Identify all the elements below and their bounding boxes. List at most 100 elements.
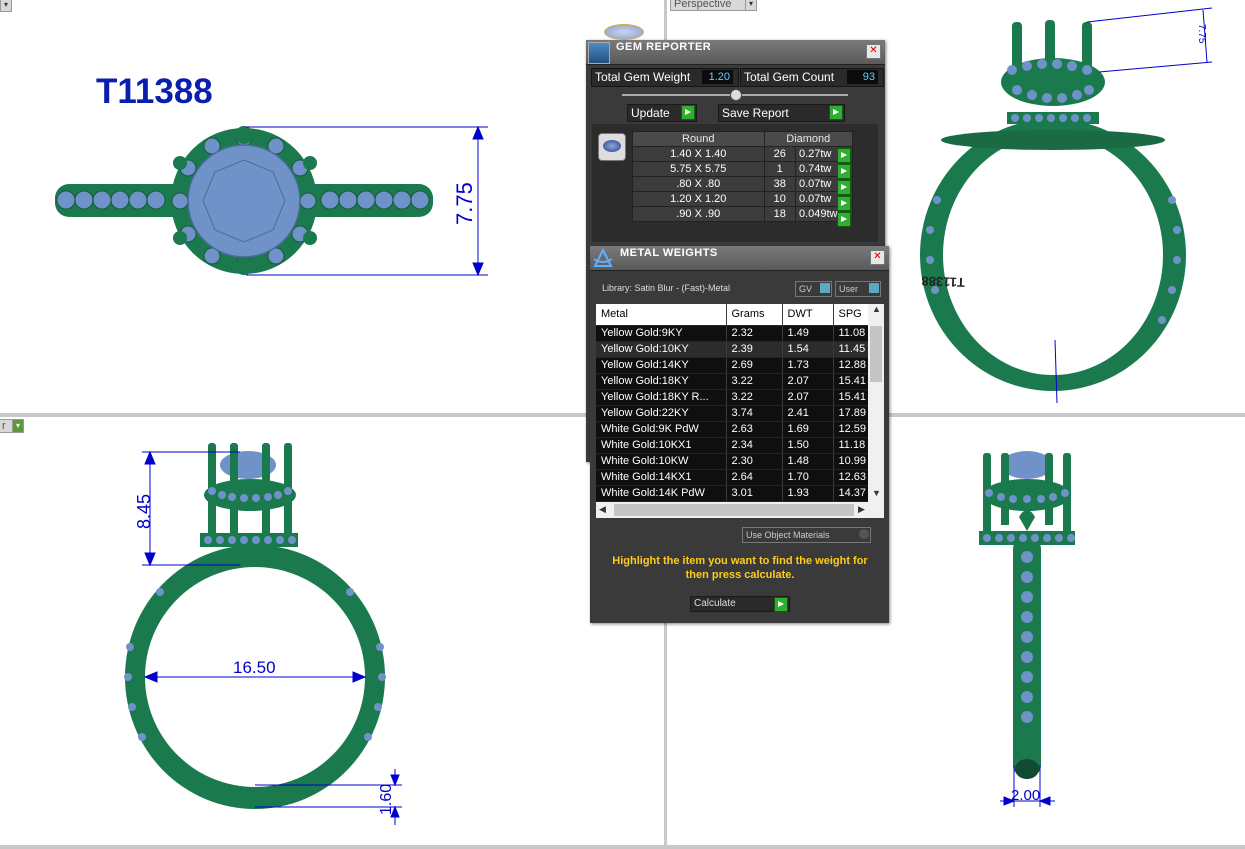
gem-row[interactable]: 5.75 X 5.75 1 0.74tw bbox=[632, 161, 854, 177]
gem-reporter-slider[interactable] bbox=[622, 89, 848, 101]
metal-table-horizontal-scrollbar[interactable]: ◀ ▶ bbox=[596, 502, 884, 518]
gem-row-go-icon[interactable] bbox=[837, 180, 851, 195]
gem-reporter-titlebar[interactable]: GEM REPORTER ✕ bbox=[586, 40, 885, 65]
metal-row[interactable]: White Gold:10KX1 2.34 1.50 11.18 bbox=[596, 437, 869, 454]
metal-spg: 10.99 bbox=[833, 453, 869, 470]
scroll-left-icon[interactable]: ◀ bbox=[599, 504, 606, 515]
metal-dwt: 2.07 bbox=[782, 389, 834, 406]
ring-front-view: 8.45 16.50 1.60 bbox=[124, 443, 402, 825]
gv-checkbox-icon[interactable] bbox=[820, 283, 830, 293]
metal-table-vertical-scrollbar[interactable]: ▲ ▼ bbox=[868, 304, 884, 502]
scroll-thumb[interactable] bbox=[870, 326, 882, 382]
total-gem-weight-value: 1.20 bbox=[702, 70, 733, 84]
metal-dwt: 1.50 bbox=[782, 437, 834, 454]
gem-row-go-icon[interactable] bbox=[837, 164, 851, 179]
gv-toggle[interactable]: GV bbox=[795, 281, 832, 297]
gem-size: 1.20 X 1.20 bbox=[632, 191, 765, 207]
metal-row[interactable]: Yellow Gold:18KY R... 3.22 2.07 15.41 bbox=[596, 389, 869, 406]
metal-grams: 2.39 bbox=[726, 341, 783, 358]
dimension-height-label: 7.75 bbox=[452, 182, 477, 225]
gem-count: 18 bbox=[763, 206, 796, 222]
metal-name: Yellow Gold:18KY R... bbox=[596, 389, 727, 406]
ring-top-view: T11388 7.75 bbox=[55, 72, 488, 277]
metal-weights-hint: Highlight the item you want to find the … bbox=[612, 555, 868, 581]
metal-row[interactable]: Yellow Gold:14KY 2.69 1.73 12.88 bbox=[596, 357, 869, 374]
metal-weights-titlebar[interactable]: METAL WEIGHTS ✕ bbox=[590, 246, 889, 271]
update-button[interactable]: Update bbox=[627, 104, 697, 122]
dimension-width-label: 2.00 bbox=[1011, 787, 1040, 804]
metal-dwt: 2.07 bbox=[782, 373, 834, 390]
metal-table-container[interactable]: Metal Grams DWT SPG Yellow Gold:9KY 2.32 1… bbox=[596, 304, 884, 518]
user-label: User bbox=[839, 284, 859, 294]
metal-weights-icon bbox=[592, 247, 614, 269]
total-gem-count-value: 93 bbox=[847, 70, 878, 84]
metal-row[interactable]: White Gold:10KW 2.30 1.48 10.99 bbox=[596, 453, 869, 470]
metal-row[interactable]: White Gold:14KX1 2.64 1.70 12.63 bbox=[596, 469, 869, 486]
metal-grams: 2.69 bbox=[726, 357, 783, 374]
dimension-top-label: 7.75 bbox=[1196, 24, 1207, 44]
user-checkbox-icon[interactable] bbox=[869, 283, 879, 293]
metal-weights-close-button[interactable]: ✕ bbox=[870, 250, 885, 265]
scroll-h-thumb[interactable] bbox=[614, 504, 854, 516]
metal-dwt: 2.41 bbox=[782, 405, 834, 422]
save-report-button[interactable]: Save Report bbox=[718, 104, 845, 122]
metal-header[interactable]: Metal bbox=[596, 304, 727, 326]
calculate-button[interactable]: Calculate bbox=[690, 596, 790, 612]
metal-name: White Gold:14KX1 bbox=[596, 469, 727, 486]
metal-dwt: 1.48 bbox=[782, 453, 834, 470]
use-object-materials-checkbox-icon[interactable] bbox=[859, 529, 869, 539]
gem-row-go-icon[interactable] bbox=[837, 212, 851, 227]
diamond-floating-icon[interactable] bbox=[604, 24, 644, 40]
gem-row-go-icon[interactable] bbox=[837, 148, 851, 163]
metal-spg: 11.45 bbox=[833, 341, 869, 358]
ring-id-label: T11388 bbox=[96, 72, 213, 111]
metal-dwt: 1.54 bbox=[782, 341, 834, 358]
gem-row-go-icon[interactable] bbox=[837, 196, 851, 211]
metal-dwt: 1.70 bbox=[782, 469, 834, 486]
use-object-materials-label: Use Object Materials bbox=[746, 530, 830, 540]
scroll-down-icon[interactable]: ▼ bbox=[872, 488, 881, 498]
dwt-header[interactable]: DWT bbox=[782, 304, 834, 326]
grams-header[interactable]: Grams bbox=[726, 304, 783, 326]
metal-grams: 3.01 bbox=[726, 485, 783, 502]
gem-size: 5.75 X 5.75 bbox=[632, 161, 765, 177]
metal-row[interactable]: White Gold:14K PdW 3.01 1.93 14.37 bbox=[596, 485, 869, 502]
save-report-go-icon[interactable] bbox=[829, 105, 843, 120]
metal-row[interactable]: White Gold:9K PdW 2.63 1.69 12.59 bbox=[596, 421, 869, 438]
metal-weights-window[interactable]: METAL WEIGHTS ✕ Library: Satin Blur - (F… bbox=[590, 246, 889, 623]
spg-header[interactable]: SPG bbox=[833, 304, 869, 326]
gem-count: 1 bbox=[763, 161, 796, 177]
slider-handle-icon[interactable] bbox=[730, 89, 742, 101]
metal-table: Metal Grams DWT SPG Yellow Gold:9KY 2.32 1… bbox=[596, 304, 869, 502]
total-gem-weight-label: Total Gem Weight bbox=[595, 70, 691, 84]
viewport-front[interactable]: r ▾ 8.45 16.50 1.60 bbox=[0, 417, 664, 845]
gem-row[interactable]: .80 X .80 38 0.07tw bbox=[632, 176, 854, 192]
gem-row[interactable]: .90 X .90 18 0.049tw bbox=[632, 206, 854, 222]
metal-name: Yellow Gold:10KY bbox=[596, 341, 727, 358]
metal-grams: 2.63 bbox=[726, 421, 783, 438]
metal-name: Yellow Gold:14KY bbox=[596, 357, 727, 374]
metal-row[interactable]: Yellow Gold:9KY 2.32 1.49 11.08 bbox=[596, 325, 869, 342]
gem-row[interactable]: 1.40 X 1.40 26 0.27tw bbox=[632, 146, 854, 162]
metal-grams: 3.22 bbox=[726, 373, 783, 390]
library-label: Library: Satin Blur - (Fast)-Metal bbox=[602, 283, 731, 293]
calculate-go-icon[interactable] bbox=[774, 597, 788, 612]
gem-reporter-close-button[interactable]: ✕ bbox=[866, 44, 881, 59]
metal-row[interactable]: Yellow Gold:22KY 3.74 2.41 17.89 bbox=[596, 405, 869, 422]
gem-row[interactable]: 1.20 X 1.20 10 0.07tw bbox=[632, 191, 854, 207]
metal-name: Yellow Gold:22KY bbox=[596, 405, 727, 422]
scroll-up-icon[interactable]: ▲ bbox=[872, 304, 881, 314]
metal-row[interactable]: Yellow Gold:10KY 2.39 1.54 11.45 bbox=[596, 341, 869, 358]
metal-row[interactable]: Yellow Gold:18KY 3.22 2.07 15.41 bbox=[596, 373, 869, 390]
metal-grams: 2.34 bbox=[726, 437, 783, 454]
gv-label: GV bbox=[799, 284, 813, 294]
scroll-right-icon[interactable]: ▶ bbox=[858, 504, 865, 515]
update-go-icon[interactable] bbox=[681, 105, 695, 120]
use-object-materials-toggle[interactable]: Use Object Materials bbox=[742, 527, 871, 543]
gem-table: Round Diamond 1.40 X 1.40 26 0.27tw 5.75… bbox=[632, 131, 854, 222]
user-toggle[interactable]: User bbox=[835, 281, 881, 297]
update-label: Update bbox=[631, 106, 670, 120]
total-gem-count-field: Total Gem Count 93 bbox=[740, 68, 884, 87]
gem-size: 1.40 X 1.40 bbox=[632, 146, 765, 162]
viewport-top[interactable]: ▾ T11388 7.75 bbox=[0, 0, 664, 413]
